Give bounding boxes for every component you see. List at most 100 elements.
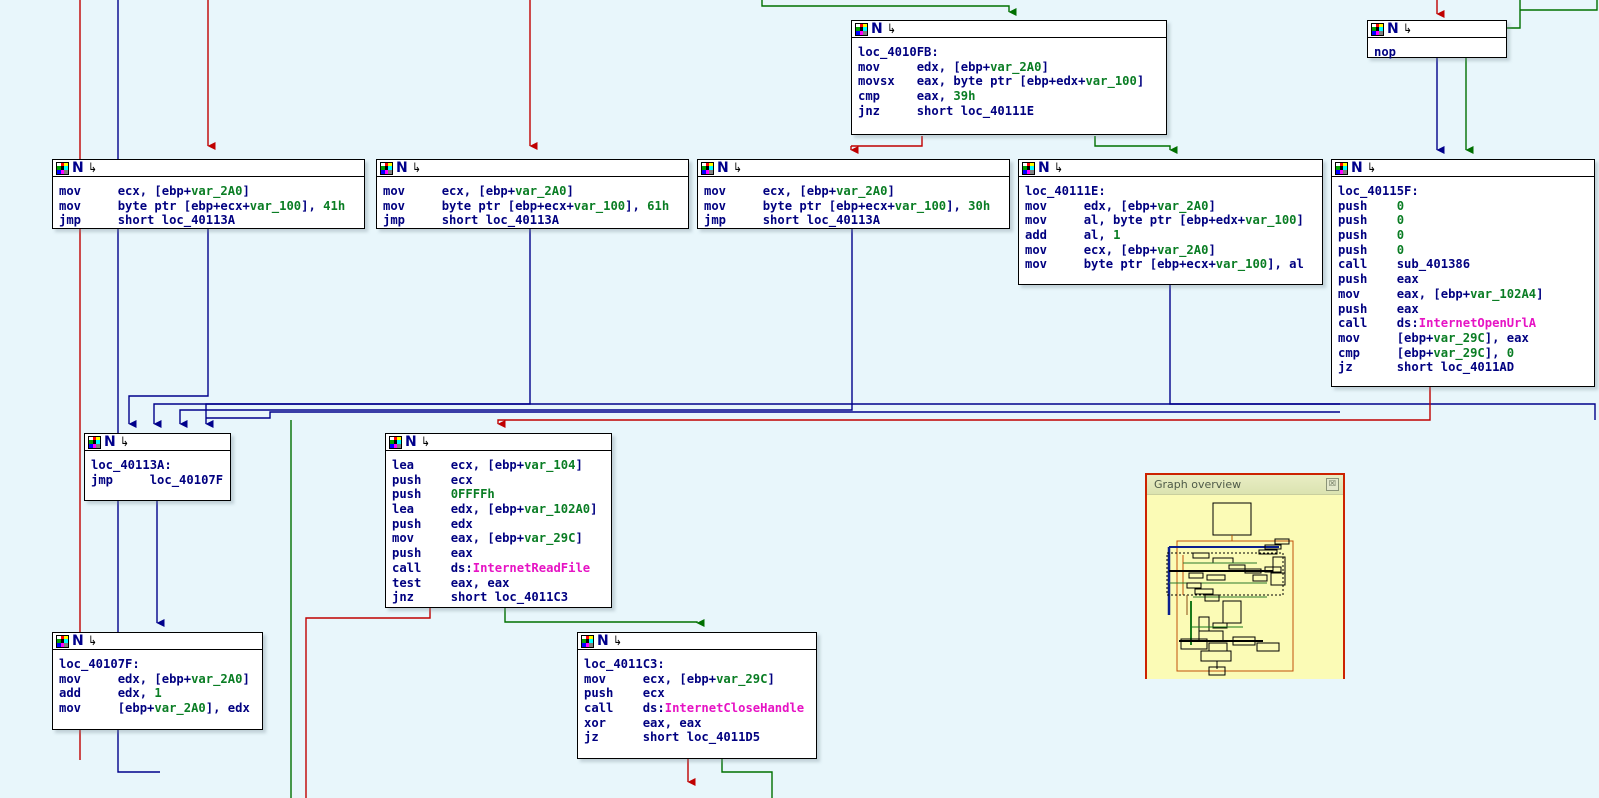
token-var[interactable]: var_100 xyxy=(574,199,625,213)
node-n-icon[interactable]: N xyxy=(597,634,609,648)
token-var[interactable]: var_100 xyxy=(250,199,301,213)
token-var[interactable]: var_102A0 xyxy=(524,502,590,516)
color-palette-icon[interactable] xyxy=(389,435,402,449)
color-palette-icon[interactable] xyxy=(56,634,69,648)
node-arrow-icon[interactable]: ↳ xyxy=(88,162,97,175)
disassembly-line[interactable]: jmp short loc_40113A xyxy=(704,213,1005,228)
node-nop[interactable]: N ↳ nop xyxy=(1367,20,1507,59)
disassembly-line[interactable]: jmp short loc_40113A xyxy=(59,213,360,228)
node-titlebar[interactable]: N ↳ xyxy=(377,160,688,177)
token-var[interactable]: var_2A0 xyxy=(154,701,205,715)
close-icon[interactable]: ☒ xyxy=(1326,478,1339,491)
node-n-icon[interactable]: N xyxy=(1387,22,1399,36)
disassembly-listing[interactable]: mov ecx, [ebp+var_2A0] mov byte ptr [ebp+… xyxy=(53,177,364,233)
disassembly-line[interactable]: cmp eax, 39h xyxy=(858,89,1162,104)
color-palette-icon[interactable] xyxy=(581,634,594,648)
token-api[interactable]: InternetCloseHandle xyxy=(665,701,804,715)
disassembly-line[interactable]: call ds:InternetOpenUrlA xyxy=(1338,316,1590,331)
node-n-icon[interactable]: N xyxy=(405,435,417,449)
token-var[interactable]: var_29C xyxy=(716,672,767,686)
disassembly-line[interactable]: mov eax, [ebp+var_102A4] xyxy=(1338,287,1590,302)
disassembly-line[interactable]: push ecx xyxy=(392,473,607,488)
disassembly-line[interactable]: mov al, byte ptr [ebp+edx+var_100] xyxy=(1025,213,1318,228)
disassembly-line[interactable]: mov ecx, [ebp+var_29C] xyxy=(584,672,812,687)
disassembly-line[interactable]: lea ecx, [ebp+var_104] xyxy=(392,458,607,473)
disassembly-line[interactable]: mov edx, [ebp+var_2A0] xyxy=(858,60,1162,75)
node-titlebar[interactable]: N ↳ xyxy=(53,160,364,177)
node-loc-40113a[interactable]: N ↳ loc_40113A: jmp loc_40107F xyxy=(84,433,231,501)
disassembly-listing[interactable]: loc_4010FB: mov edx, [ebp+var_2A0] movsx e… xyxy=(852,38,1166,123)
disassembly-line[interactable]: add edx, 1 xyxy=(59,686,258,701)
disassembly-line[interactable]: push 0 xyxy=(1338,213,1590,228)
disassembly-line[interactable]: loc_40107F: xyxy=(59,657,258,672)
node-mov-41h[interactable]: N ↳ mov ecx, [ebp+var_2A0] mov byte ptr [eb… xyxy=(52,159,365,229)
disassembly-listing[interactable]: mov ecx, [ebp+var_2A0] mov byte ptr [ebp+… xyxy=(377,177,688,233)
color-palette-icon[interactable] xyxy=(701,161,714,175)
color-palette-icon[interactable] xyxy=(855,22,868,36)
token-var[interactable]: var_29C xyxy=(1433,331,1484,345)
node-n-icon[interactable]: N xyxy=(72,634,84,648)
color-palette-icon[interactable] xyxy=(1022,161,1035,175)
disassembly-line[interactable]: push eax xyxy=(1338,302,1590,317)
token-var[interactable]: var_100 xyxy=(1245,213,1296,227)
disassembly-line[interactable]: nop xyxy=(1374,45,1502,60)
node-n-icon[interactable]: N xyxy=(871,22,883,36)
node-mov-30h[interactable]: N ↳ mov ecx, [ebp+var_2A0] mov byte ptr [eb… xyxy=(697,159,1010,229)
disassembly-line[interactable]: loc_4010FB: xyxy=(858,45,1162,60)
disassembly-listing[interactable]: nop xyxy=(1368,38,1506,65)
node-n-icon[interactable]: N xyxy=(1038,161,1050,175)
node-titlebar[interactable]: N ↳ xyxy=(1332,160,1594,177)
disassembly-listing[interactable]: mov ecx, [ebp+var_2A0] mov byte ptr [ebp+… xyxy=(698,177,1009,233)
disassembly-line[interactable]: mov eax, [ebp+var_29C] xyxy=(392,531,607,546)
color-palette-icon[interactable] xyxy=(88,435,101,449)
disassembly-line[interactable]: mov edx, [ebp+var_2A0] xyxy=(1025,199,1318,214)
color-palette-icon[interactable] xyxy=(1371,22,1384,36)
disassembly-line[interactable]: lea edx, [ebp+var_102A0] xyxy=(392,502,607,517)
disassembly-line[interactable]: jnz short loc_40111E xyxy=(858,104,1162,119)
node-arrow-icon[interactable]: ↳ xyxy=(733,162,742,175)
node-n-icon[interactable]: N xyxy=(396,161,408,175)
disassembly-line[interactable]: loc_4011C3: xyxy=(584,657,812,672)
disassembly-line[interactable]: mov byte ptr [ebp+ecx+var_100], 41h xyxy=(59,199,360,214)
node-arrow-icon[interactable]: ↳ xyxy=(421,436,430,449)
graph-overview-panel[interactable]: Graph overview ☒ xyxy=(1145,473,1345,679)
disassembly-line[interactable]: push 0 xyxy=(1338,199,1590,214)
disassembly-line[interactable]: add al, 1 xyxy=(1025,228,1318,243)
token-var[interactable]: var_2A0 xyxy=(191,184,242,198)
node-arrow-icon[interactable]: ↳ xyxy=(887,23,896,36)
node-titlebar[interactable]: N ↳ xyxy=(1368,21,1506,38)
disassembly-line[interactable]: cmp [ebp+var_29C], 0 xyxy=(1338,346,1590,361)
node-loc-40115f[interactable]: N ↳ loc_40115F: push 0 push 0 push 0 push 0 cal… xyxy=(1331,159,1595,387)
disassembly-line[interactable]: jmp loc_40107F xyxy=(91,473,226,488)
node-arrow-icon[interactable]: ↳ xyxy=(1367,162,1376,175)
node-arrow-icon[interactable]: ↳ xyxy=(120,436,129,449)
token-api[interactable]: InternetOpenUrlA xyxy=(1419,316,1536,330)
token-var[interactable]: var_2A0 xyxy=(191,672,242,686)
node-arrow-icon[interactable]: ↳ xyxy=(1054,162,1063,175)
graph-overview-minimap[interactable] xyxy=(1147,495,1343,679)
disassembly-line[interactable]: push 0 xyxy=(1338,243,1590,258)
color-palette-icon[interactable] xyxy=(380,161,393,175)
disassembly-line[interactable]: mov edx, [ebp+var_2A0] xyxy=(59,672,258,687)
disassembly-line[interactable]: call ds:InternetReadFile xyxy=(392,561,607,576)
node-mov-61h[interactable]: N ↳ mov ecx, [ebp+var_2A0] mov byte ptr [eb… xyxy=(376,159,689,229)
node-titlebar[interactable]: N ↳ xyxy=(852,21,1166,38)
disassembly-line[interactable]: jz short loc_4011AD xyxy=(1338,360,1590,375)
node-internet-read-file[interactable]: N ↳ lea ecx, [ebp+var_104] push ecx push 0FF… xyxy=(385,433,612,608)
disassembly-line[interactable]: xor eax, eax xyxy=(584,716,812,731)
node-titlebar[interactable]: N ↳ xyxy=(53,633,262,650)
node-titlebar[interactable]: N ↳ xyxy=(85,434,230,451)
disassembly-listing[interactable]: lea ecx, [ebp+var_104] push ecx push 0FFFF… xyxy=(386,451,611,610)
token-var[interactable]: var_100 xyxy=(1085,74,1136,88)
disassembly-line[interactable]: mov ecx, [ebp+var_2A0] xyxy=(1025,243,1318,258)
color-palette-icon[interactable] xyxy=(56,161,69,175)
disassembly-line[interactable]: call sub_401386 xyxy=(1338,257,1590,272)
disassembly-line[interactable]: push eax xyxy=(392,546,607,561)
disassembly-line[interactable]: mov [ebp+var_2A0], edx xyxy=(59,701,258,716)
token-var[interactable]: var_29C xyxy=(1433,346,1484,360)
node-arrow-icon[interactable]: ↳ xyxy=(613,635,622,648)
token-var[interactable]: var_100 xyxy=(895,199,946,213)
token-var[interactable]: var_2A0 xyxy=(1157,243,1208,257)
node-loc-40107f[interactable]: N ↳ loc_40107F: mov edx, [ebp+var_2A0] add e… xyxy=(52,632,263,730)
token-var[interactable]: var_2A0 xyxy=(515,184,566,198)
